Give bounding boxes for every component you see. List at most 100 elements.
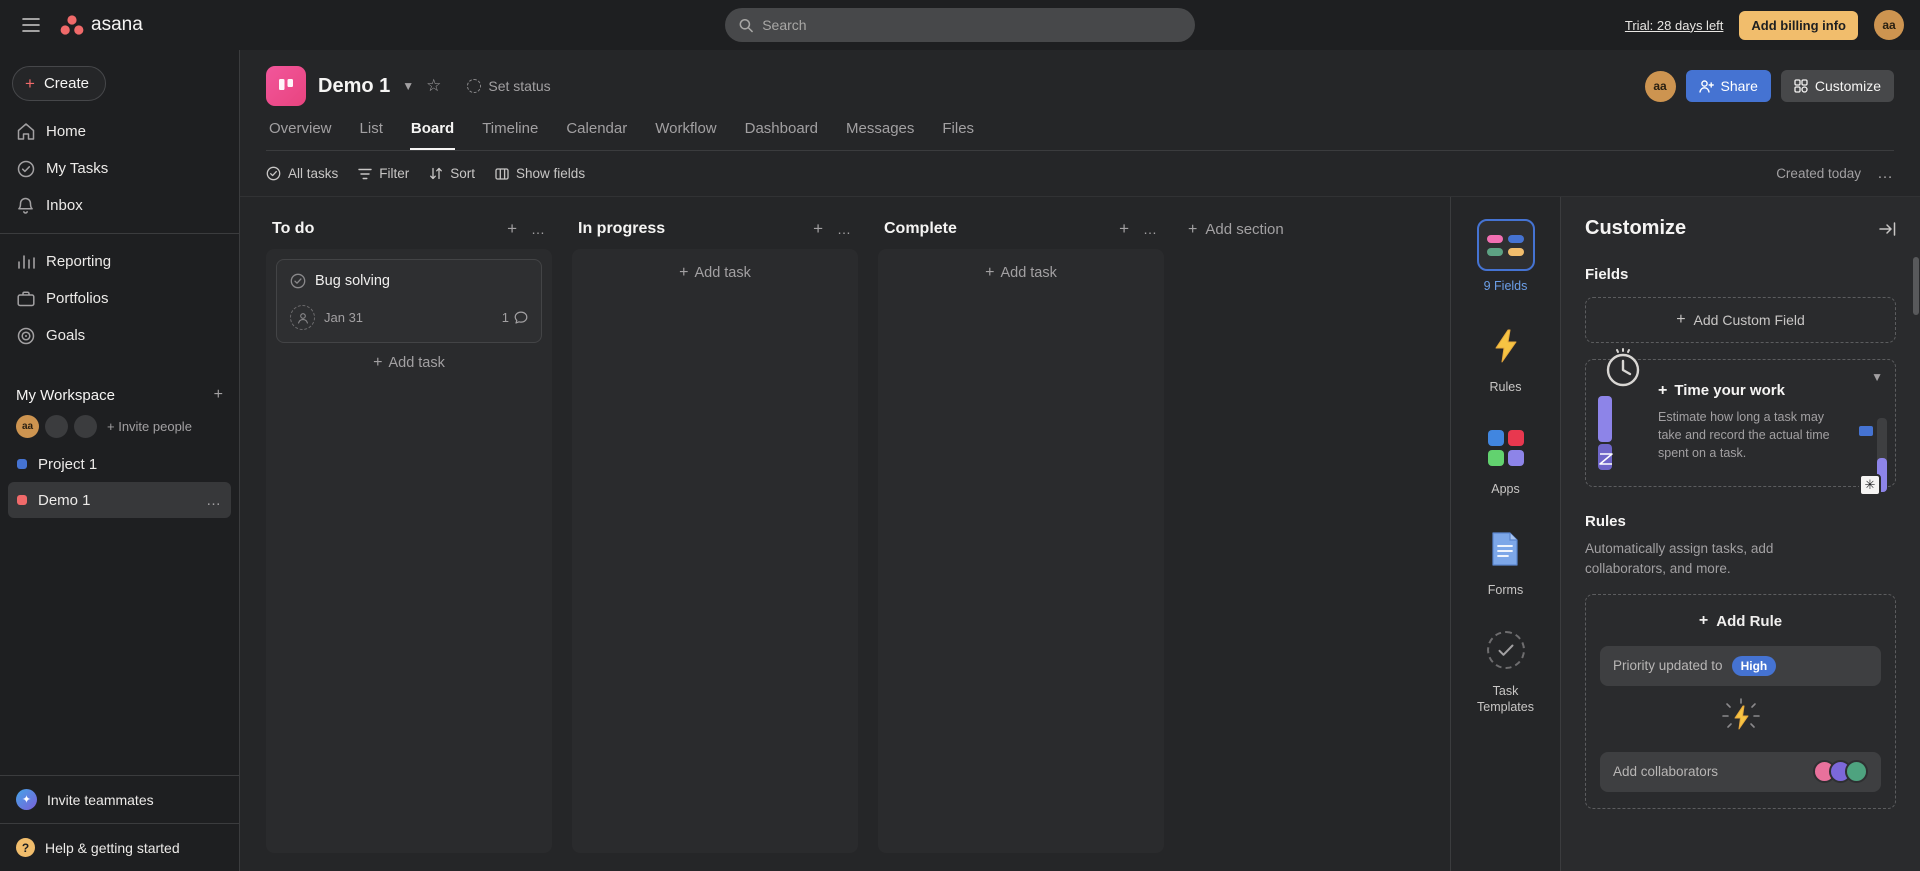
set-status-button[interactable]: Set status	[467, 78, 550, 94]
add-task-button[interactable]: + Add task	[276, 343, 542, 377]
search-icon	[739, 18, 753, 33]
sidebar-item-project-1[interactable]: Project 1	[8, 446, 231, 482]
sidebar-toggle-button[interactable]	[16, 10, 46, 40]
workspace-header[interactable]: My Workspace +	[0, 376, 239, 410]
sort-button[interactable]: Sort	[429, 166, 475, 181]
add-section-button[interactable]: + Add section	[1184, 215, 1288, 244]
home-icon	[16, 123, 35, 140]
project-name: Project 1	[38, 456, 97, 473]
filter-button[interactable]: Filter	[358, 166, 409, 181]
collapse-panel-icon[interactable]	[1879, 222, 1896, 236]
time-tracking-suggestion-card[interactable]: ▼ ✳	[1585, 359, 1896, 487]
asana-logo[interactable]: asana	[60, 14, 143, 36]
add-task-icon[interactable]: +	[1119, 219, 1129, 239]
show-fields-button[interactable]: Show fields	[495, 166, 585, 181]
member-avatar[interactable]: aa	[16, 415, 39, 438]
project-color-dot	[17, 459, 27, 469]
column-title[interactable]: Complete	[884, 220, 957, 238]
task-check-icon[interactable]	[290, 273, 306, 289]
tab-list[interactable]: List	[359, 120, 384, 150]
project-name: Demo 1	[38, 492, 91, 509]
add-task-button[interactable]: + Add task	[888, 259, 1154, 287]
sidebar-item-portfolios[interactable]: Portfolios	[0, 280, 239, 317]
board-column-complete: Complete + … + Add task	[878, 215, 1164, 853]
add-task-icon[interactable]: +	[813, 219, 823, 239]
tab-messages[interactable]: Messages	[845, 120, 915, 150]
sidebar-item-my-tasks[interactable]: My Tasks	[0, 150, 239, 187]
check-circle-icon	[266, 166, 281, 181]
search-input[interactable]	[762, 17, 1181, 33]
sidebar-item-demo-1[interactable]: Demo 1 …	[8, 482, 231, 518]
column-options-icon[interactable]: …	[1143, 219, 1158, 239]
project-icon[interactable]	[266, 66, 306, 106]
invite-teammates-button[interactable]: ✦ Invite teammates	[0, 775, 239, 823]
task-card[interactable]: Bug solving Jan 31 1	[276, 259, 542, 343]
chart-icon	[16, 254, 35, 270]
board-options-icon[interactable]: …	[1877, 165, 1894, 183]
comment-count: 1	[502, 310, 528, 325]
chevron-down-icon[interactable]: ▼	[402, 79, 414, 93]
invite-teammates-icon: ✦	[16, 789, 37, 810]
add-task-button[interactable]: + Add task	[582, 259, 848, 287]
sidebar-item-label: Inbox	[46, 197, 83, 214]
trial-link[interactable]: Trial: 28 days left	[1625, 18, 1724, 33]
chevron-down-icon[interactable]: ▼	[1871, 370, 1883, 384]
customize-button[interactable]: Customize	[1781, 70, 1894, 102]
tab-calendar[interactable]: Calendar	[565, 120, 628, 150]
scrollbar-thumb[interactable]	[1913, 257, 1919, 315]
column-title[interactable]: In progress	[578, 220, 665, 238]
tab-timeline[interactable]: Timeline	[481, 120, 539, 150]
share-button[interactable]: Share	[1686, 70, 1771, 102]
column-options-icon[interactable]: …	[837, 219, 852, 239]
column-options-icon[interactable]: …	[531, 219, 546, 239]
help-button[interactable]: ? Help & getting started	[0, 823, 239, 871]
hamburger-icon	[22, 18, 40, 32]
user-avatar[interactable]: aa	[1874, 10, 1904, 40]
sidebar-item-inbox[interactable]: Inbox	[0, 187, 239, 224]
rail-item-task-templates[interactable]: Task Templates	[1471, 624, 1541, 716]
add-billing-button[interactable]: Add billing info	[1739, 11, 1858, 40]
member-avatar-placeholder[interactable]	[45, 415, 68, 438]
sidebar-item-label: Portfolios	[46, 290, 109, 307]
rail-label: Apps	[1491, 481, 1520, 497]
rail-item-fields[interactable]: 9 Fields	[1477, 219, 1535, 294]
add-task-label: Add task	[388, 355, 444, 371]
sidebar-item-reporting[interactable]: Reporting	[0, 243, 239, 280]
tab-overview[interactable]: Overview	[268, 120, 333, 150]
add-custom-field-button[interactable]: + Add Custom Field	[1585, 297, 1896, 343]
sidebar-item-home[interactable]: Home	[0, 113, 239, 150]
rail-item-apps[interactable]: Apps	[1488, 422, 1524, 497]
add-rule-card[interactable]: + Add Rule Priority updated to High	[1585, 594, 1896, 809]
board-toolbar: All tasks Filter Sort Show fields Create…	[240, 151, 1920, 197]
project-member-avatar[interactable]: aa	[1645, 71, 1676, 102]
invite-people-link[interactable]: + Invite people	[107, 419, 192, 434]
topbar: asana Trial: 28 days left Add billing in…	[0, 0, 1920, 50]
add-task-icon[interactable]: +	[507, 219, 517, 239]
member-avatar-placeholder[interactable]	[74, 415, 97, 438]
create-button[interactable]: + Create	[12, 66, 106, 101]
rail-label: Rules	[1490, 379, 1522, 395]
add-rule-button[interactable]: + Add Rule	[1600, 613, 1881, 630]
sidebar: + Create Home My Tasks Inbox Reporting P…	[0, 50, 240, 871]
tab-files[interactable]: Files	[941, 120, 975, 150]
customize-grid-icon	[1794, 79, 1808, 93]
star-icon[interactable]: ☆	[426, 76, 441, 96]
help-label: Help & getting started	[45, 840, 180, 856]
rail-item-forms[interactable]: Forms	[1488, 523, 1523, 598]
column-title[interactable]: To do	[272, 220, 314, 238]
due-date: Jan 31	[324, 310, 363, 325]
project-options-icon[interactable]: …	[206, 492, 222, 509]
tab-board[interactable]: Board	[410, 120, 455, 150]
tab-workflow[interactable]: Workflow	[654, 120, 717, 150]
tab-dashboard[interactable]: Dashboard	[744, 120, 819, 150]
assignee-placeholder-icon[interactable]	[290, 305, 315, 330]
sidebar-item-goals[interactable]: Goals	[0, 317, 239, 354]
add-project-icon[interactable]: +	[214, 386, 223, 404]
main-area: Demo 1 ▼ ☆ Set status aa Share Customize	[240, 50, 1920, 871]
workspace-title: My Workspace	[16, 387, 115, 404]
tab-bar: Overview List Board Timeline Calendar Wo…	[266, 120, 1894, 151]
all-tasks-filter-button[interactable]: All tasks	[266, 166, 338, 181]
rail-item-rules[interactable]: Rules	[1490, 320, 1522, 395]
sidebar-item-label: My Tasks	[46, 160, 108, 177]
search-bar[interactable]	[725, 8, 1195, 42]
